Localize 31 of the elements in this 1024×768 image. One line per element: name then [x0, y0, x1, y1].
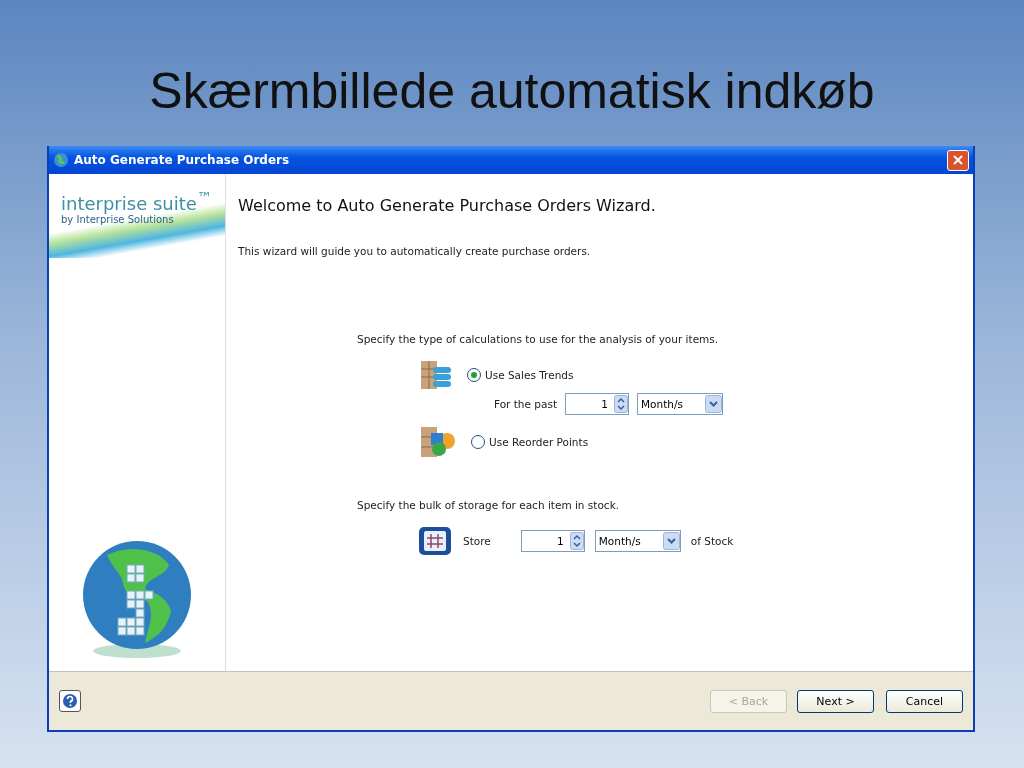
help-button[interactable] — [59, 690, 81, 712]
number-spinner[interactable]: 1 — [565, 393, 629, 415]
storage-prompt: Specify the bulk of storage for each item in stock. — [357, 499, 621, 511]
wizard-button[interactable]: Next > — [797, 689, 874, 713]
spin-arrows-icon[interactable] — [569, 532, 584, 550]
logo-name: interprise suite$^{™}$ — [61, 188, 213, 214]
stock-label: of Stock — [690, 535, 734, 547]
shapes-stack-icon — [419, 425, 457, 459]
radio-option[interactable]: Use Sales Trends — [467, 368, 574, 382]
number-spinner[interactable]: 1 — [520, 530, 585, 552]
spin-arrows-icon[interactable] — [614, 395, 628, 413]
unit-dropdown[interactable]: Month/s — [594, 530, 681, 552]
grid-icon — [417, 525, 453, 557]
radio-button[interactable] — [471, 435, 485, 449]
wizard-button[interactable]: Cancel — [886, 689, 963, 713]
slide-title: Skærmbillede automatisk indkøb — [149, 62, 875, 121]
logo-tagline: by Interprise Solutions — [61, 214, 175, 225]
close-icon — [952, 154, 964, 166]
close-button[interactable] — [947, 149, 969, 171]
store-label: Store — [463, 535, 491, 547]
intro-text: This wizard will guide you to automatically create purchase orders. — [238, 245, 592, 257]
calculation-prompt: Specify the type of calculations to use for the analysis of your items. — [357, 333, 720, 345]
unit-dropdown[interactable]: Month/s — [637, 393, 723, 415]
globe-icon — [53, 152, 69, 168]
window-title: Auto Generate Purchase Orders — [74, 153, 291, 167]
period-label: For the past — [494, 398, 557, 410]
help-icon — [62, 693, 78, 709]
radio-option[interactable]: Use Reorder Points — [471, 435, 589, 449]
radio-button[interactable] — [467, 368, 481, 382]
database-stack-icon — [419, 359, 453, 391]
wizard-heading: Welcome to Auto Generate Purchase Orders Wizard. — [238, 196, 657, 215]
